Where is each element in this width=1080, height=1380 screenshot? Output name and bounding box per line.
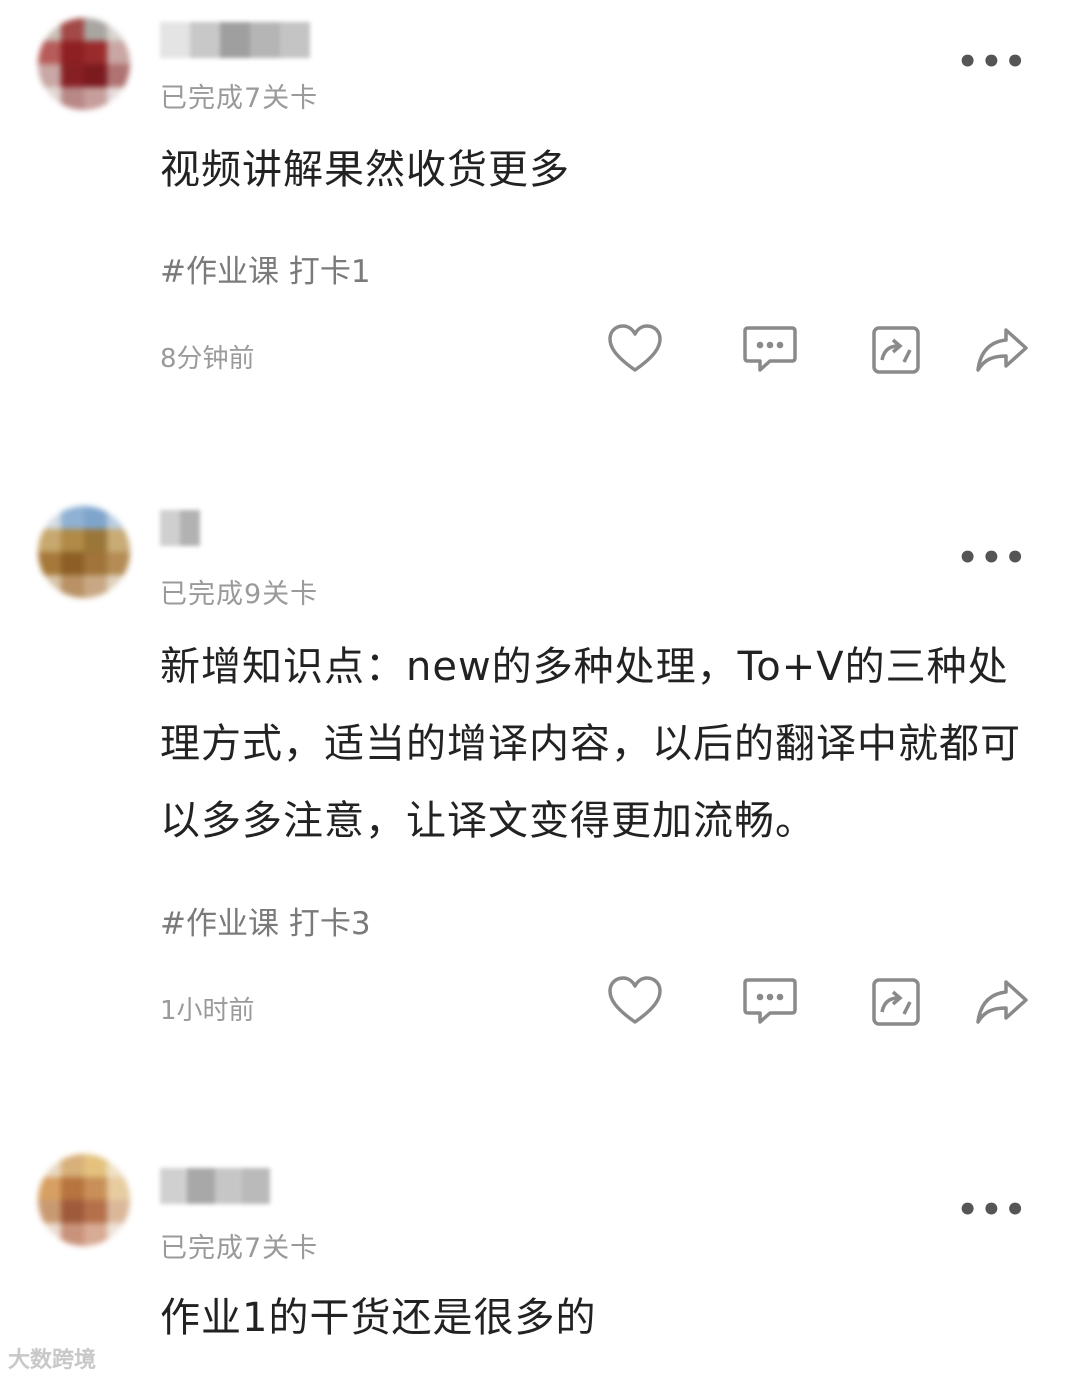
avatar[interactable] — [38, 1154, 130, 1246]
timestamp: 8分钟前 — [160, 344, 255, 374]
topic-tag[interactable]: #作业课 打卡3 — [160, 898, 371, 943]
avatar[interactable] — [38, 506, 130, 598]
more-options-icon[interactable]: ••• — [957, 45, 1028, 79]
progress-label: 已完成7关卡 — [160, 1233, 319, 1264]
post-content: 新增知识点：new的多种处理，To+V的三种处理方式，适当的增译内容，以后的翻译… — [160, 644, 1021, 844]
username-blurred[interactable] — [160, 22, 310, 58]
more-options-icon[interactable]: ••• — [957, 541, 1028, 575]
comment-icon[interactable] — [740, 320, 800, 380]
username-blurred[interactable] — [160, 510, 200, 546]
share-icon[interactable] — [972, 320, 1032, 380]
repost-icon[interactable] — [866, 320, 926, 380]
post-content: 作业1的干货还是很多的 — [160, 1295, 597, 1341]
post-content: 视频讲解果然收货更多 — [160, 147, 570, 193]
avatar[interactable] — [38, 18, 130, 110]
share-icon[interactable] — [972, 972, 1032, 1032]
username-blurred[interactable] — [160, 1168, 270, 1204]
heart-icon[interactable] — [605, 320, 665, 380]
progress-label: 已完成9关卡 — [160, 579, 319, 610]
topic-tag[interactable]: #作业课 打卡1 — [160, 246, 371, 291]
comment-icon[interactable] — [740, 972, 800, 1032]
more-options-icon[interactable]: ••• — [957, 1193, 1028, 1227]
heart-icon[interactable] — [605, 972, 665, 1032]
watermark: 大数跨境 — [8, 1348, 97, 1373]
progress-label: 已完成7关卡 — [160, 83, 319, 114]
timestamp: 1小时前 — [160, 996, 255, 1026]
repost-icon[interactable] — [866, 972, 926, 1032]
